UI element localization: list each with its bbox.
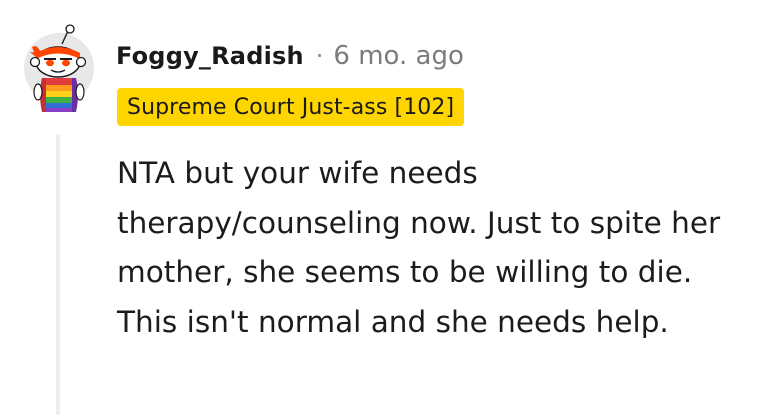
snoo-avatar-icon — [24, 24, 94, 112]
user-flair-badge: Supreme Court Just-ass [102] — [117, 88, 465, 126]
comment-card: Foggy_Radish · 6 mo. ago Supreme Court J… — [0, 0, 768, 415]
thread-collapse-line[interactable] — [56, 134, 60, 415]
author-username[interactable]: Foggy_Radish — [116, 42, 304, 70]
user-flair-text: Supreme Court Just-ass [102] — [127, 94, 455, 120]
user-avatar[interactable] — [24, 22, 94, 112]
comment-meta: Foggy_Radish · 6 mo. ago — [116, 36, 464, 76]
meta-separator: · — [315, 42, 324, 70]
comment-timestamp[interactable]: 6 mo. ago — [333, 41, 463, 71]
comment-body: NTA but your wife needs therapy/counseli… — [117, 156, 721, 339]
